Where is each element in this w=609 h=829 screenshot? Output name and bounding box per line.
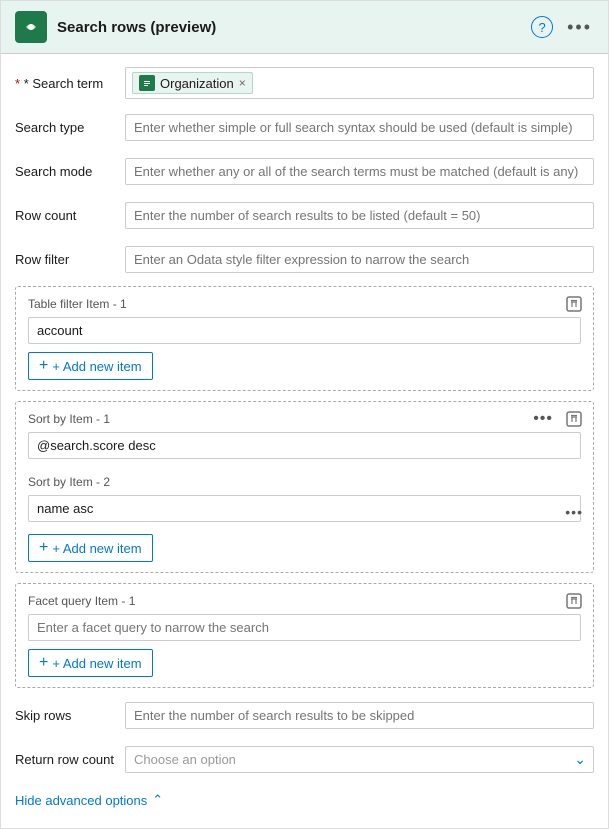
skip-rows-row: Skip rows: [15, 698, 594, 732]
search-mode-row: Search mode: [15, 154, 594, 188]
facet-query-add-button[interactable]: + + Add new item: [28, 649, 153, 677]
table-filter-label: Table filter Item - 1: [28, 297, 581, 311]
return-row-count-label: Return row count: [15, 752, 125, 767]
facet-query-input[interactable]: [28, 614, 581, 641]
panel-title: Search rows (preview): [57, 19, 521, 36]
search-mode-input[interactable]: [125, 158, 594, 185]
skip-rows-input[interactable]: [125, 702, 594, 729]
header-actions: ? •••: [531, 16, 594, 38]
panel-body: * * Search term Organization ×: [1, 54, 608, 828]
return-row-count-select-wrapper: Choose an option True False ⌄: [125, 746, 594, 773]
help-button[interactable]: ?: [531, 16, 553, 38]
table-filter-add-button[interactable]: + + Add new item: [28, 352, 153, 380]
search-mode-label: Search mode: [15, 164, 125, 179]
sort-item-1-label: Sort by Item - 1: [28, 412, 581, 426]
tag-close-button[interactable]: ×: [239, 77, 246, 89]
table-filter-add-row: + + Add new item: [28, 352, 581, 380]
sort-item-2: Sort by Item - 2 •••: [28, 475, 581, 526]
search-type-row: Search type: [15, 110, 594, 144]
row-filter-label: Row filter: [15, 252, 125, 267]
row-count-row: Row count: [15, 198, 594, 232]
chevron-up-icon: ⌃: [152, 792, 163, 808]
facet-query-delete-button[interactable]: [565, 592, 583, 615]
sort-item-2-dots-button[interactable]: •••: [565, 504, 583, 520]
row-count-input[interactable]: [125, 202, 594, 229]
table-filter-delete-button[interactable]: [565, 295, 583, 318]
return-row-count-row: Return row count Choose an option True F…: [15, 742, 594, 776]
sort-item-1-dots-button[interactable]: •••: [533, 410, 553, 428]
skip-rows-label: Skip rows: [15, 708, 125, 723]
more-options-button[interactable]: •••: [565, 17, 594, 38]
table-filter-input[interactable]: [28, 317, 581, 344]
search-type-input[interactable]: [125, 114, 594, 141]
search-term-input[interactable]: Organization ×: [125, 67, 594, 99]
app-icon: [15, 11, 47, 43]
panel-header: Search rows (preview) ? •••: [1, 1, 608, 54]
search-term-label: * * Search term: [15, 76, 125, 91]
search-term-row: * * Search term Organization ×: [15, 66, 594, 100]
sort-item-1-input[interactable]: [28, 432, 581, 459]
facet-query-section: Facet query Item - 1 + + Add new item: [15, 583, 594, 688]
sort-item-1-delete-button[interactable]: [565, 410, 583, 433]
tag-label: Organization: [160, 76, 234, 91]
sort-by-section: Sort by Item - 1 ••• Sort by Item - 2 ••…: [15, 401, 594, 573]
table-filter-section: Table filter Item - 1 + + Add new item: [15, 286, 594, 391]
row-count-label: Row count: [15, 208, 125, 223]
row-filter-input[interactable]: [125, 246, 594, 273]
tag-icon: [139, 75, 155, 91]
sort-item-1: Sort by Item - 1 •••: [28, 412, 581, 463]
return-row-count-select[interactable]: Choose an option True False: [125, 746, 594, 773]
sort-item-2-input[interactable]: [28, 495, 581, 522]
row-filter-row: Row filter: [15, 242, 594, 276]
search-type-label: Search type: [15, 120, 125, 135]
hide-advanced-button[interactable]: Hide advanced options ⌃: [15, 792, 163, 808]
sort-add-button[interactable]: + + Add new item: [28, 534, 153, 562]
sort-item-2-label: Sort by Item - 2: [28, 475, 581, 489]
facet-query-label: Facet query Item - 1: [28, 594, 581, 608]
organization-tag: Organization ×: [132, 72, 253, 94]
